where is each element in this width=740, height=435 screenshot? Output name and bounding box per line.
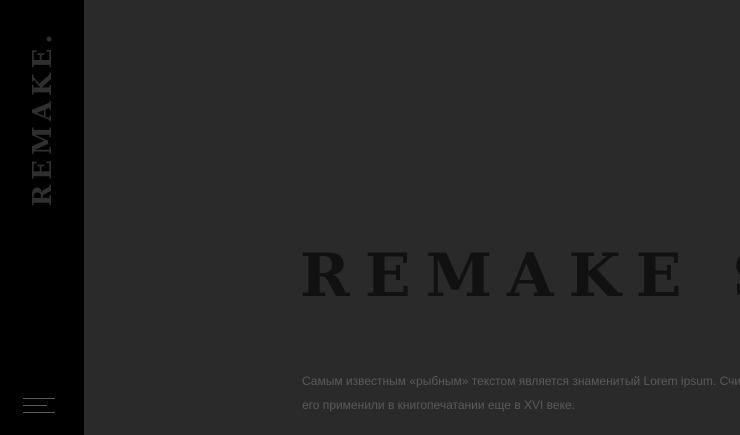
menu-button[interactable] xyxy=(23,396,55,416)
sidebar: REMAKE. xyxy=(0,0,84,435)
hero-description: Самым известным «рыбным» текстом являетс… xyxy=(302,369,740,417)
menu-line xyxy=(23,412,55,413)
page: REMAKE. REMAKE SALO Самым известным «рыб… xyxy=(0,0,740,435)
brand-logo[interactable]: REMAKE. xyxy=(28,30,58,207)
menu-line xyxy=(23,398,55,399)
hero-description-line: его применили в книгопечатании еще в XVI… xyxy=(302,398,575,412)
menu-line xyxy=(23,405,47,406)
hero-description-line: Самым известным «рыбным» текстом являетс… xyxy=(302,374,740,388)
hero-title: REMAKE SALO xyxy=(300,246,740,307)
